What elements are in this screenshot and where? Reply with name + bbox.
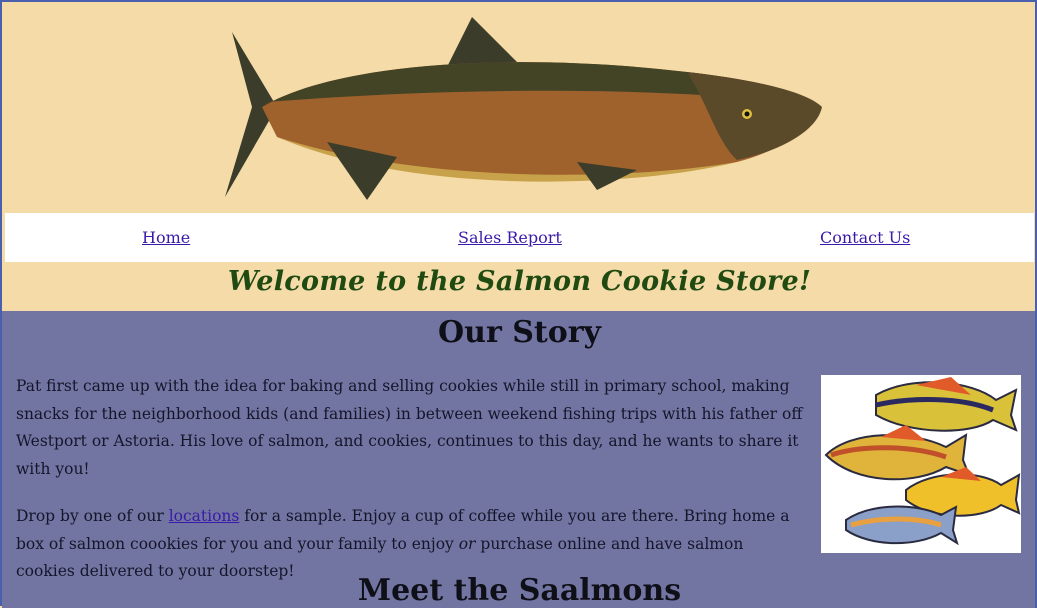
nav-sales-report-link[interactable]: Sales Report (458, 228, 562, 247)
nav-contact-us-link[interactable]: Contact Us (820, 228, 910, 247)
story-text: Pat first came up with the idea for baki… (16, 373, 806, 606)
fish-cookies-image (821, 375, 1021, 553)
fish-cookie-1 (875, 377, 1018, 432)
fish-cookie-2 (824, 425, 971, 481)
hero-banner (2, 2, 1037, 212)
salmon-illustration (225, 17, 822, 200)
locations-link[interactable]: locations (169, 507, 240, 525)
nav-home-link[interactable]: Home (142, 228, 190, 247)
meet-the-saalmons-heading: Meet the Saalmons (357, 573, 682, 608)
story-paragraph-1: Pat first came up with the idea for baki… (16, 377, 803, 478)
main-content: Our Story Pat first came up with the ide… (2, 311, 1037, 608)
welcome-heading: Welcome to the Salmon Cookie Store! (227, 266, 812, 297)
our-story-heading: Our Story (438, 315, 601, 350)
main-nav: Home Sales Report Contact Us (5, 213, 1034, 262)
